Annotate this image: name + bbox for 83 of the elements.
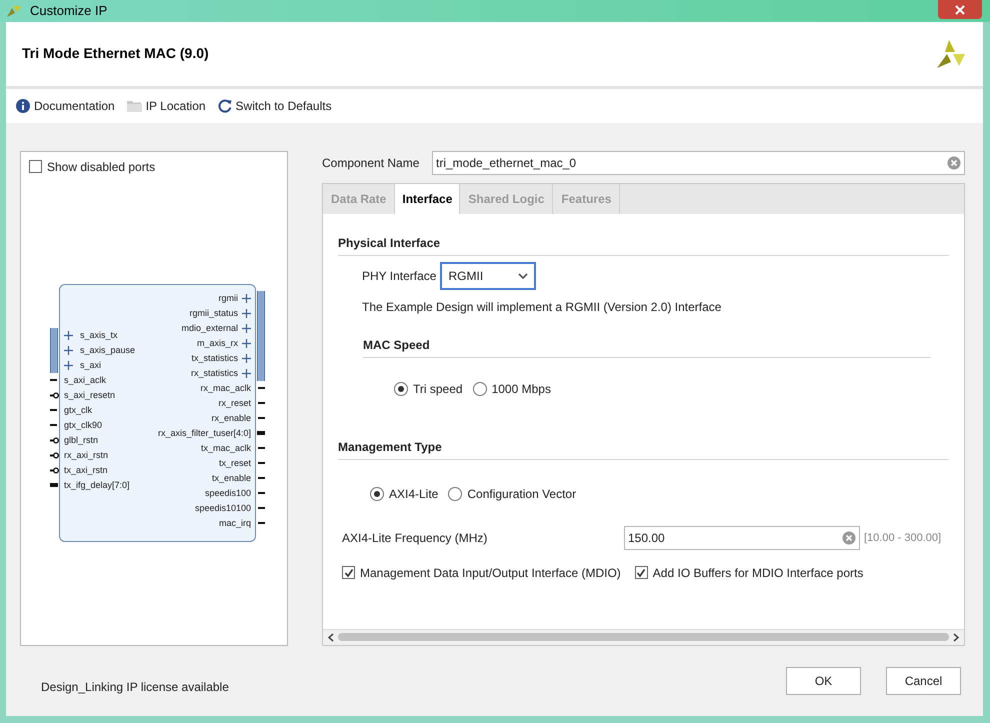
tab[interactable]: Interface [395, 184, 460, 214]
dialog-button[interactable]: Cancel [886, 666, 961, 695]
port-label: tx_axi_rstn [64, 464, 108, 477]
port-label: tx_reset [218, 456, 251, 470]
dialog-button[interactable]: OK [786, 666, 861, 695]
dialog-title: Tri Mode Ethernet MAC (9.0) [22, 44, 209, 64]
close-icon [955, 4, 965, 14]
chevron-down-icon [518, 272, 528, 279]
frequency-label: AXI4-Lite Frequency (MHz) [342, 530, 488, 547]
plus-icon [64, 330, 73, 340]
frequency-field[interactable]: 150.00 [624, 526, 860, 550]
plus-icon [242, 294, 251, 303]
toolbar-link[interactable]: IP Location [126, 96, 206, 115]
phy-interface-dropdown[interactable]: RGMII [440, 262, 536, 290]
port-label: m_axis_rx [196, 336, 238, 350]
plus-icon [242, 324, 251, 333]
port-label: rx_reset [218, 396, 251, 410]
port-label: tx_enable [212, 472, 251, 485]
phy-interface-label: PHY Interface [362, 268, 436, 285]
clear-icon[interactable] [947, 156, 961, 170]
port-label: s_axi [80, 358, 102, 372]
toolbar-link[interactable]: Documentation [16, 96, 115, 115]
reset-port-icon [50, 466, 59, 474]
toolbar-link[interactable]: Switch to Defaults [218, 96, 332, 115]
clear-icon[interactable] [842, 530, 856, 545]
checkbox[interactable]: Management Data Input/Output Interface (MDIO) [342, 564, 621, 582]
port-label: rx_enable [211, 412, 251, 425]
port-vector-icon [50, 482, 58, 487]
port-label: s_axis_pause [80, 344, 136, 357]
plus-icon [64, 346, 73, 355]
reset-port-icon [50, 392, 59, 399]
port-label: gtx_clk90 [64, 418, 102, 432]
plus-icon [242, 308, 251, 318]
port-label: tx_ifg_delay[7:0] [64, 478, 130, 492]
section-heading: Management Type [338, 438, 949, 460]
check-icon [636, 568, 646, 578]
port-label: mac_irq [218, 516, 251, 530]
interface-note: The Example Design will implement a RGMII (Version 2.0) Interface [362, 298, 722, 316]
close-button[interactable] [938, 0, 982, 19]
port-label: gtx_clk [64, 404, 92, 417]
frequency-range: [10.00 - 300.00] [864, 530, 942, 546]
plus-icon [242, 338, 251, 348]
port-label: mdio_external [181, 322, 238, 335]
radio-option[interactable]: 1000 Mbps [472, 380, 551, 398]
reset-port-icon [50, 436, 59, 444]
port-vector-icon [257, 430, 265, 435]
plus-icon [64, 360, 73, 370]
port-label: tx_statistics [191, 352, 238, 365]
section-heading: Physical Interface [338, 234, 949, 256]
port-label: rx_axi_rstn [64, 448, 108, 462]
port-label: rgmii [218, 292, 238, 305]
radio-option[interactable]: AXI4-Lite [370, 484, 438, 503]
logo-icon [935, 38, 967, 70]
reset-port-icon [50, 452, 59, 459]
scroll-left-icon[interactable] [327, 632, 334, 642]
port-label: speedis100 [204, 486, 251, 500]
section-heading: MAC Speed [363, 336, 931, 358]
radio-option[interactable]: Configuration Vector [448, 484, 576, 503]
horizontal-scrollbar[interactable] [323, 628, 964, 645]
check-icon [344, 568, 354, 578]
refresh-icon [218, 98, 232, 113]
component-name-field[interactable]: tri_mode_ethernet_mac_0 [432, 150, 965, 175]
info-icon [16, 98, 30, 113]
checkbox[interactable]: Add IO Buffers for MDIO Interface ports [634, 564, 864, 582]
window-title: Customize IP [30, 2, 108, 20]
port-label: rx_axis_filter_tuser[4:0] [158, 426, 251, 440]
radio-option[interactable]: Tri speed [394, 380, 463, 398]
component-name-label: Component Name [322, 154, 420, 172]
port-label: rx_mac_aclk [200, 382, 251, 395]
license-status: Design_Linking IP license available [41, 678, 229, 696]
port-label: speedis10100 [194, 502, 251, 515]
scroll-right-icon[interactable] [953, 632, 960, 642]
app-logo-icon [6, 4, 22, 18]
plus-icon [242, 368, 251, 378]
port-label: s_axi_resetn [64, 388, 116, 402]
port-label: s_axis_tx [80, 328, 118, 342]
port-label: rx_statistics [190, 366, 238, 380]
port-label: rgmii_status [189, 306, 238, 320]
plus-icon [242, 354, 251, 363]
port-label: s_axi_aclk [64, 374, 106, 387]
port-label: tx_mac_aclk [200, 442, 251, 455]
port-label: glbl_rstn [64, 434, 98, 447]
folder-icon [126, 100, 142, 112]
